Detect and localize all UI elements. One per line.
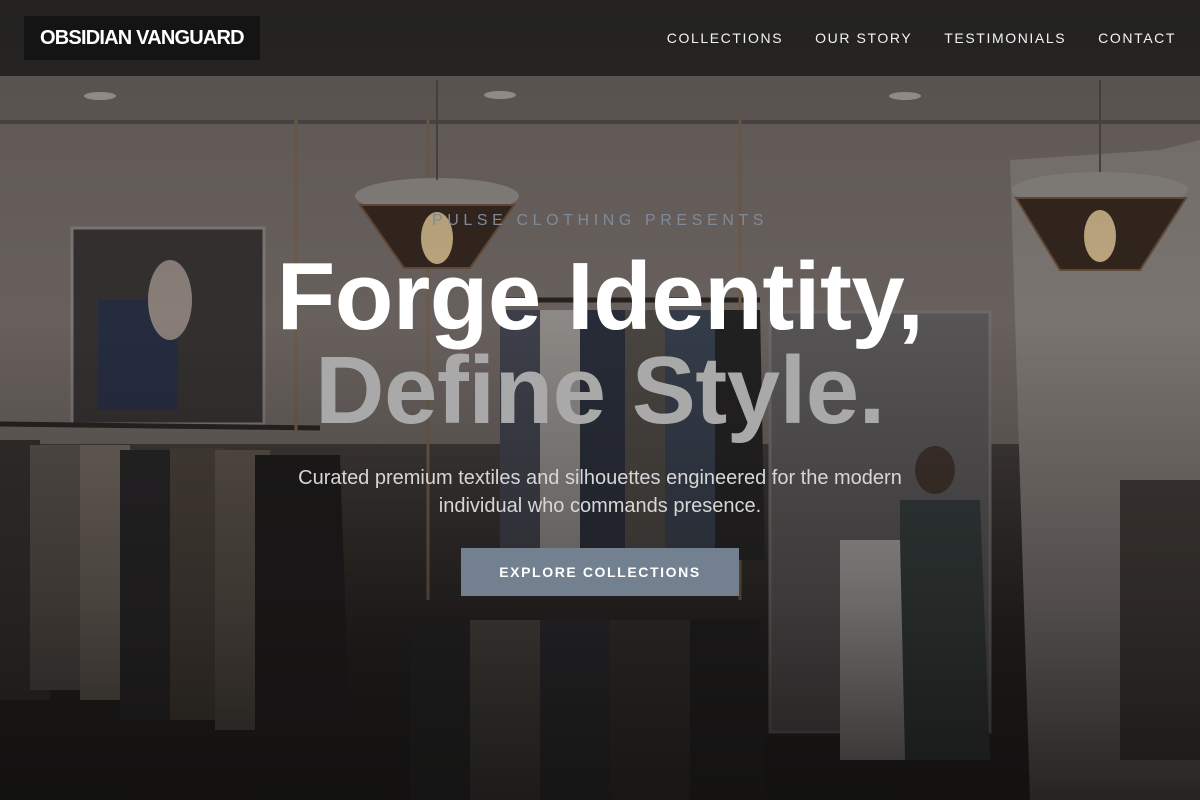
explore-collections-button[interactable]: EXPLORE COLLECTIONS [461,548,739,596]
nav-link-collections[interactable]: COLLECTIONS [667,30,783,46]
hero-headline: Forge Identity, Define Style. [0,243,1200,444]
hero-subtext: Curated premium textiles and silhouettes… [298,467,902,517]
hero-eyebrow: PULSE CLOTHING PRESENTS [431,212,769,229]
hero-content: PULSE CLOTHING PRESENTS Forge Identity, … [0,212,1200,596]
nav-link-our-story[interactable]: OUR STORY [815,30,912,46]
headline-line-1: Forge Identity, [276,243,924,350]
headline-line-2: Define Style. [315,337,885,444]
nav-link-testimonials[interactable]: TESTIMONIALS [944,30,1066,46]
top-navbar: OBSIDIAN VANGUARD COLLECTIONS OUR STORY … [0,0,1200,76]
brand-logo[interactable]: OBSIDIAN VANGUARD [24,16,260,60]
nav-link-contact[interactable]: CONTACT [1098,30,1176,46]
main-navigation: COLLECTIONS OUR STORY TESTIMONIALS CONTA… [667,30,1176,46]
